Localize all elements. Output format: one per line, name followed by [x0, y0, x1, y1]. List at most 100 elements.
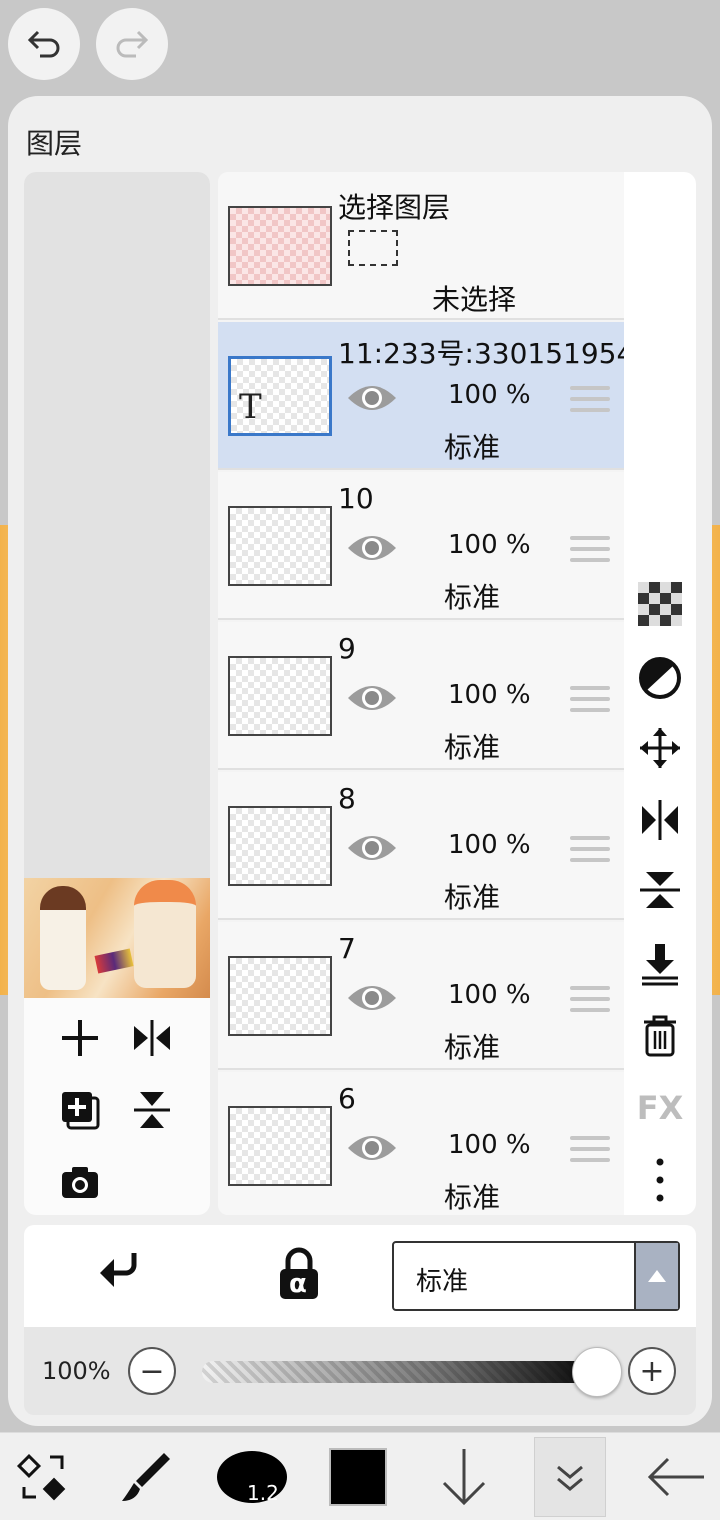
move-button[interactable]	[636, 724, 684, 772]
drag-handle-icon[interactable]	[570, 986, 610, 1012]
opacity-slider[interactable]	[202, 1361, 604, 1383]
fx-button[interactable]: FX	[636, 1084, 684, 1132]
layer-row[interactable]: T 11:233号:33015195​4 100 % 标准	[218, 322, 624, 470]
drag-handle-icon[interactable]	[570, 686, 610, 712]
blend-mode-value: 标准	[416, 1267, 469, 1297]
layer-opacity: 100 %	[448, 530, 531, 560]
layer-tools-column: FX	[624, 172, 696, 1215]
blend-mode-select[interactable]: 标准	[392, 1241, 680, 1311]
canvas-thumbnail[interactable]	[24, 878, 210, 998]
opacity-decrease-button[interactable]: −	[128, 1347, 176, 1395]
camera-button[interactable]	[52, 1154, 108, 1210]
drag-handle-icon[interactable]	[570, 536, 610, 562]
more-vertical-icon	[656, 1158, 664, 1202]
swap-tool-icon	[16, 1453, 66, 1501]
layer-row[interactable]: 6 100 % 标准	[218, 1072, 624, 1215]
visibility-eye-icon[interactable]	[346, 1130, 398, 1170]
half-circle-icon	[639, 657, 681, 699]
trash-icon	[644, 1015, 676, 1057]
layer-row[interactable]: 7 100 % 标准	[218, 922, 624, 1070]
selection-status: 未选择	[432, 283, 517, 316]
invert-button[interactable]	[636, 654, 684, 702]
duplicate-icon	[62, 1092, 100, 1130]
opacity-bar: 100% − +	[24, 1327, 696, 1415]
layer-thumbnail	[228, 656, 332, 736]
layer-name: 10	[338, 482, 374, 515]
layer-blend-mode: 标准	[444, 1031, 501, 1064]
layer-preview-column	[24, 172, 210, 1215]
flip-vertical-icon	[640, 872, 680, 908]
thumbnail-figure-left	[40, 886, 86, 990]
alpha-symbol: α	[289, 1269, 307, 1299]
layer-row[interactable]: 8 100 % 标准	[218, 772, 624, 920]
visibility-eye-icon[interactable]	[346, 830, 398, 870]
visibility-eye-icon[interactable]	[346, 980, 398, 1020]
redo-icon	[112, 22, 152, 66]
drag-handle-icon[interactable]	[570, 836, 610, 862]
brush-tool-button[interactable]	[112, 1443, 176, 1511]
visibility-eye-icon[interactable]	[346, 380, 398, 420]
visibility-eye-icon[interactable]	[346, 530, 398, 570]
back-button[interactable]	[644, 1443, 708, 1511]
layer-opacity: 100 %	[448, 380, 531, 410]
visibility-eye-icon[interactable]	[346, 680, 398, 720]
plus-icon: +	[639, 1353, 665, 1389]
text-layer-glyph: T	[239, 387, 262, 427]
flip-horizontal-icon	[642, 800, 678, 840]
more-options-button[interactable]	[636, 1156, 684, 1204]
flip-vertical-layer-button[interactable]	[636, 866, 684, 914]
flip-vertical-button[interactable]	[124, 1082, 180, 1138]
brush-size-preview: 1.2	[217, 1451, 287, 1505]
collapse-panel-button[interactable]	[534, 1437, 606, 1517]
redo-button[interactable]	[96, 8, 168, 80]
clipping-arrow-icon	[100, 1253, 137, 1287]
layer-thumbnail	[228, 206, 332, 286]
brush-icon	[122, 1453, 170, 1501]
selection-layer-row[interactable]: 选择图层 未选择	[218, 172, 624, 320]
drag-handle-icon[interactable]	[570, 386, 610, 412]
layer-blend-mode: 标准	[444, 581, 501, 614]
layer-row[interactable]: 10 100 % 标准	[218, 472, 624, 620]
selection-layer-title: 选择图层	[338, 191, 451, 224]
brush-size-button[interactable]: 1.2	[214, 1443, 290, 1511]
flip-horizontal-button[interactable]	[124, 1010, 180, 1066]
layers-list: 选择图层 未选择 T 11:233号:33015195​4 100 % 标准 1…	[218, 172, 624, 1215]
flip-horizontal-layer-button[interactable]	[636, 796, 684, 844]
layer-opacity: 100 %	[448, 980, 531, 1010]
duplicate-layer-button[interactable]	[52, 1082, 108, 1138]
layer-thumbnail: T	[228, 356, 332, 436]
drag-handle-icon[interactable]	[570, 1136, 610, 1162]
transparency-lock-button[interactable]	[636, 580, 684, 628]
camera-icon	[62, 1167, 98, 1198]
layer-name: 9	[338, 632, 356, 665]
layer-blend-mode: 标准	[444, 881, 501, 914]
dropdown-arrow-icon[interactable]	[634, 1243, 678, 1309]
undo-icon	[24, 22, 64, 66]
undo-button[interactable]	[8, 8, 80, 80]
layer-row[interactable]: 9 100 % 标准	[218, 622, 624, 770]
move-arrows-icon	[640, 728, 680, 768]
merge-down-button[interactable]	[636, 940, 684, 988]
layer-name: 11:233号:33015195​4	[338, 337, 624, 370]
layer-blend-mode: 标准	[444, 1181, 501, 1214]
arrow-down-icon	[442, 1449, 486, 1506]
layer-thumbnail	[228, 1106, 332, 1186]
layer-down-button[interactable]	[432, 1443, 496, 1511]
checkerboard-icon	[638, 582, 682, 626]
layer-blend-mode: 标准	[444, 731, 501, 764]
delete-layer-button[interactable]	[636, 1012, 684, 1060]
opacity-value: 100%	[42, 1357, 111, 1385]
add-layer-button[interactable]	[52, 1010, 108, 1066]
opacity-slider-handle[interactable]	[572, 1347, 622, 1397]
flip-vertical-icon	[134, 1092, 170, 1128]
alpha-lock-button[interactable]: α	[276, 1247, 322, 1303]
color-swatch-button[interactable]	[326, 1443, 390, 1511]
clipping-button[interactable]	[94, 1249, 140, 1305]
app-root: 图层 选择图层 未选择	[0, 0, 720, 1520]
layer-opacity: 100 %	[448, 830, 531, 860]
opacity-increase-button[interactable]: +	[628, 1347, 676, 1395]
layer-opacity: 100 %	[448, 1130, 531, 1160]
transform-tool-button[interactable]	[12, 1443, 76, 1511]
thumbnail-figure-right	[134, 880, 196, 988]
thumbnail-cards	[94, 948, 134, 974]
